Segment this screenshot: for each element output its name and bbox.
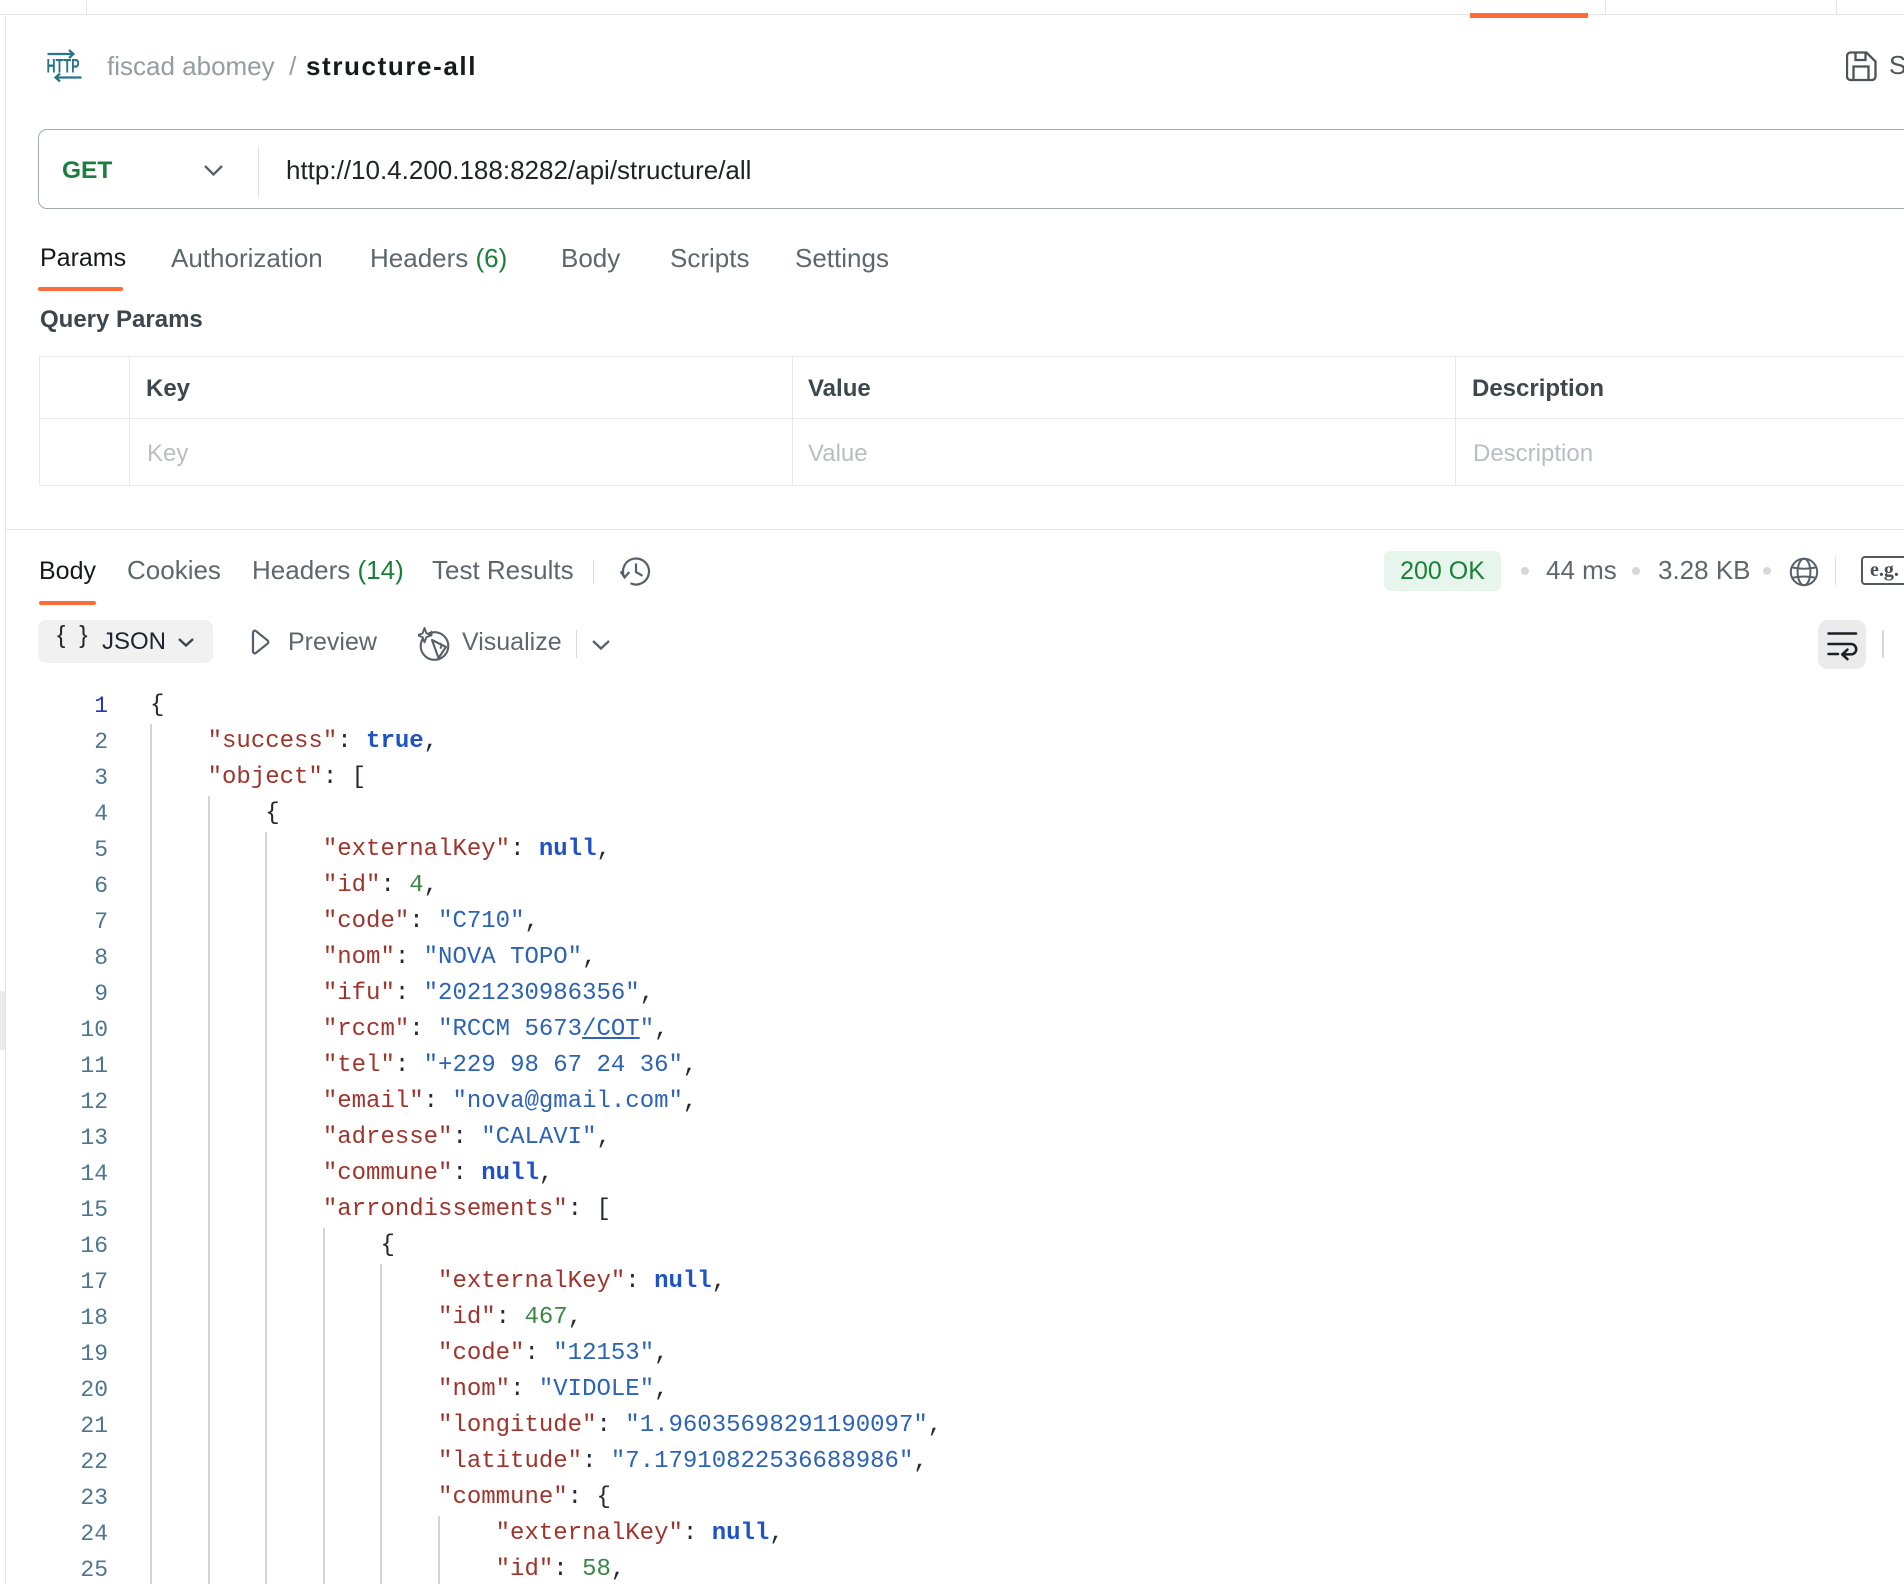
svg-text:HTTP: HTTP (47, 57, 80, 78)
